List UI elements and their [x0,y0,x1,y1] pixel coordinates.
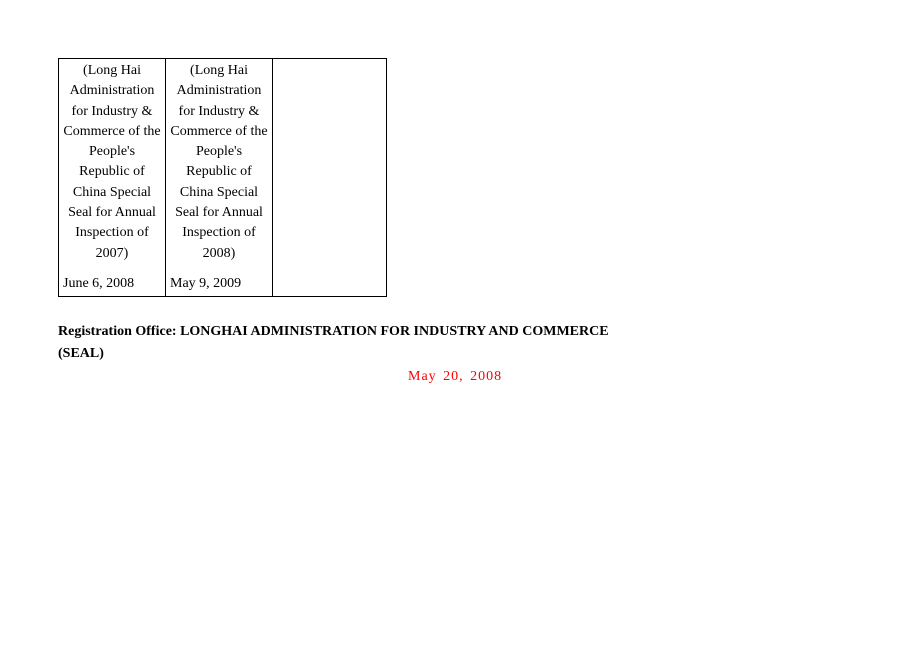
seal-text-2008: (Long Hai Administration for Industry & … [170,59,268,264]
seal-cell-empty [273,59,387,297]
seal-cell-2008: (Long Hai Administration for Industry & … [166,59,273,297]
seal-text-2007: (Long Hai Administration for Industry & … [63,59,161,264]
document-page: (Long Hai Administration for Industry & … [0,0,920,385]
seal-cell-2007: (Long Hai Administration for Industry & … [59,59,166,297]
table-row: (Long Hai Administration for Industry & … [59,59,387,297]
registration-office-line: Registration Office: LONGHAI ADMINISTRAT… [58,321,618,364]
inspection-seal-table: (Long Hai Administration for Industry & … [58,58,387,297]
seal-date-2008: May 9, 2009 [170,264,268,296]
issue-date: May 20, 2008 [408,369,920,385]
seal-date-2007: June 6, 2008 [63,264,161,296]
